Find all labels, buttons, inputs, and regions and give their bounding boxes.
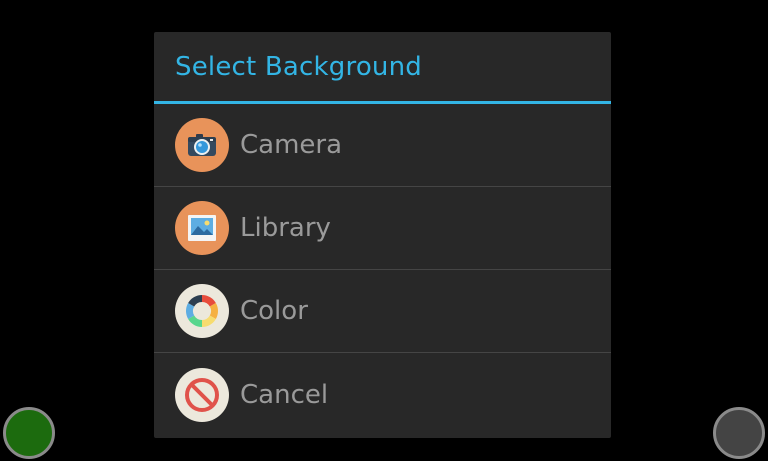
option-camera-label: Camera (240, 130, 343, 160)
option-list: Camera Library Color Cancel (154, 104, 611, 436)
select-background-dialog: Select Background Camera Library Color C… (154, 32, 611, 438)
color-wheel-icon (175, 284, 229, 338)
green-circle-button[interactable] (3, 407, 55, 459)
option-color[interactable]: Color (154, 270, 611, 353)
option-cancel-label: Cancel (240, 379, 329, 410)
cancel-icon (175, 367, 229, 422)
app-screen: Select Background Camera Library Color C… (0, 0, 768, 461)
option-cancel[interactable]: Cancel (154, 353, 611, 436)
option-color-label: Color (240, 296, 308, 326)
option-library[interactable]: Library (154, 187, 611, 270)
image-library-icon (175, 201, 229, 255)
dialog-header: Select Background (154, 32, 611, 104)
dialog-title: Select Background (175, 51, 422, 82)
camera-icon (175, 118, 229, 172)
option-camera[interactable]: Camera (154, 104, 611, 187)
gray-circle-button[interactable] (713, 407, 765, 459)
option-library-label: Library (240, 213, 331, 243)
